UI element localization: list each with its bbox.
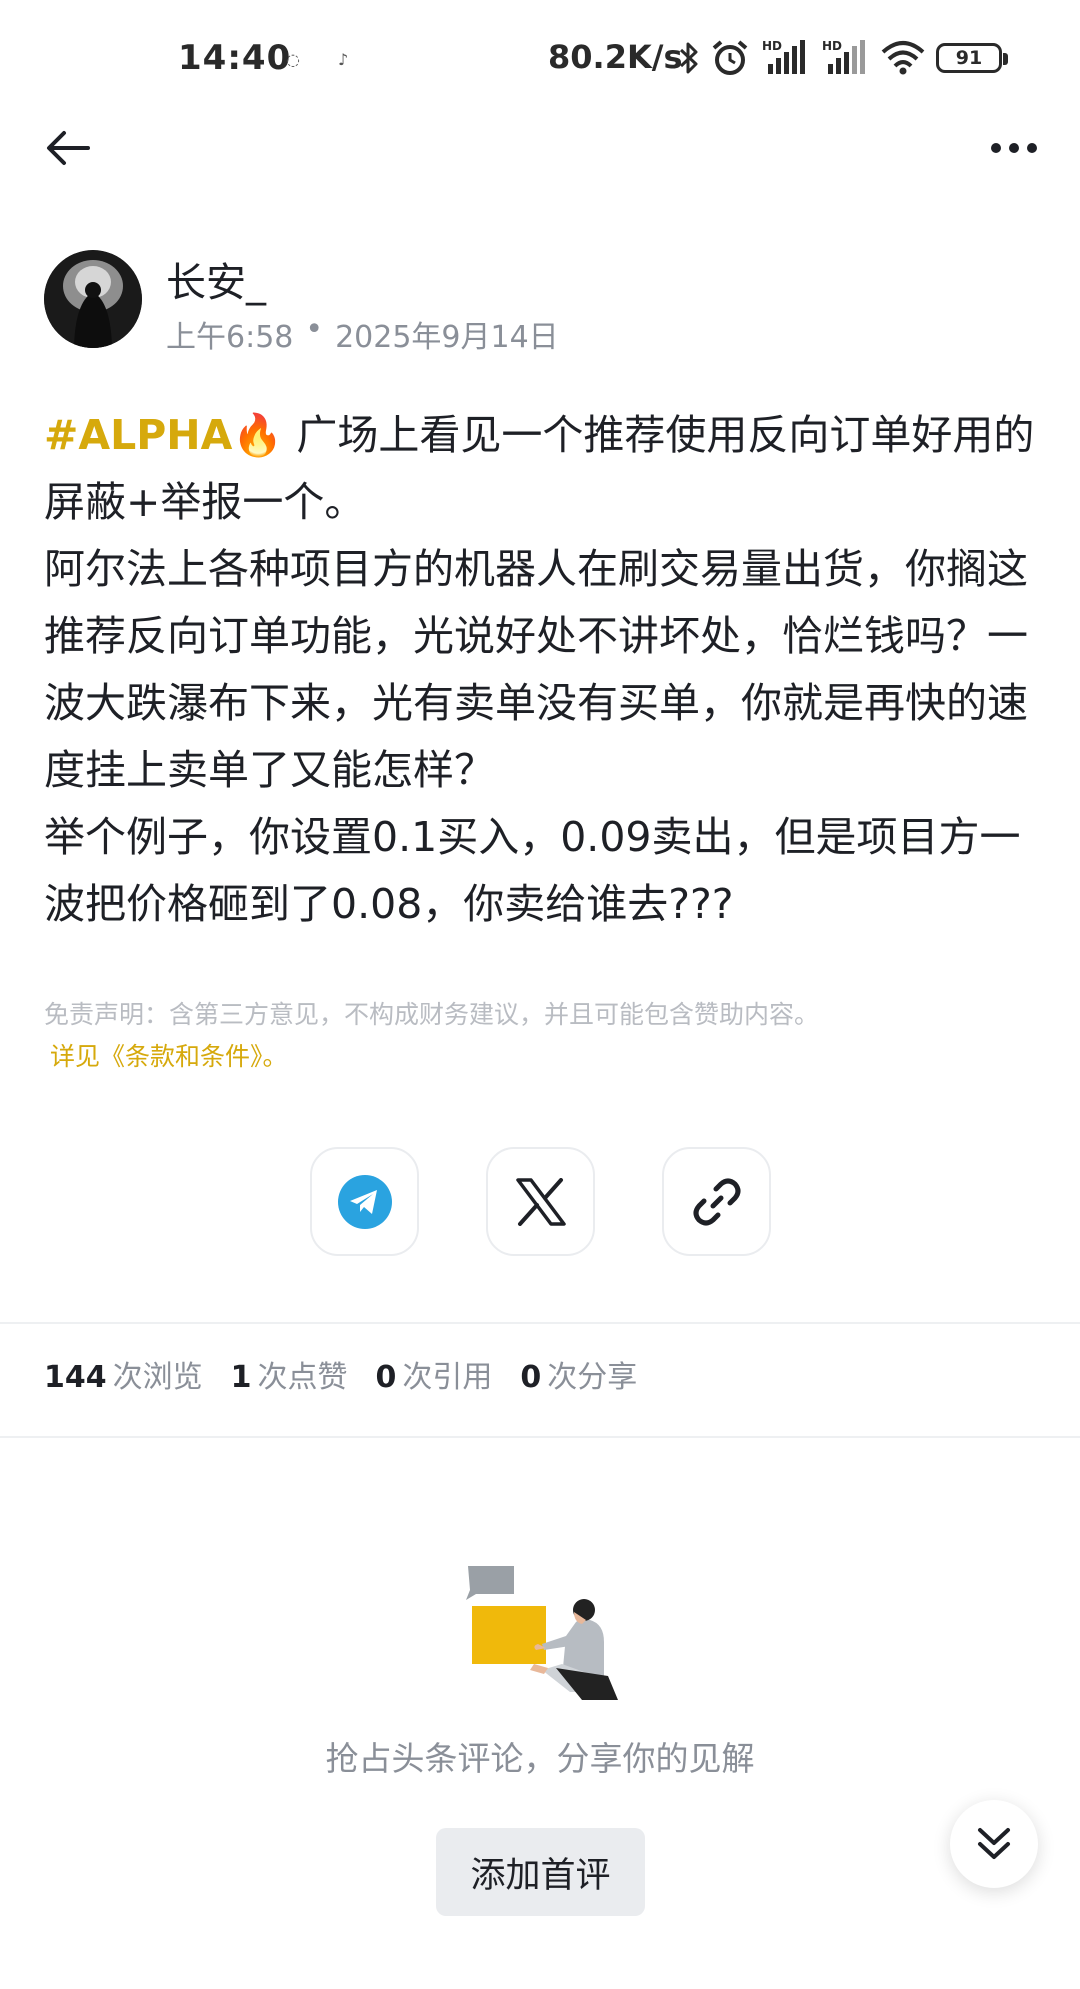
status-time: 14:40	[178, 38, 292, 78]
divider	[0, 1436, 1080, 1438]
battery-level: 91	[955, 47, 983, 69]
post-body: #ALPHA🔥 广场上看见一个推荐使用反向订单好用的屏蔽+举报一个。 阿尔法上各…	[44, 402, 1036, 938]
avatar-image	[44, 250, 142, 348]
views-label: 次浏览	[112, 1360, 203, 1395]
network-speed: 80.2K/s	[548, 38, 683, 76]
wifi-icon	[881, 41, 925, 75]
arrow-left-icon	[47, 131, 90, 165]
likes-count: 1	[230, 1360, 252, 1395]
svg-text:HD: HD	[762, 39, 782, 53]
quotes-stat[interactable]: 0 次引用	[376, 1352, 493, 1396]
shares-stat[interactable]: 0 次分享	[520, 1352, 637, 1396]
likes-label: 次点赞	[257, 1360, 348, 1395]
share-row	[310, 1147, 771, 1256]
more-horizontal-icon	[991, 143, 1037, 153]
signal-hd-icon: HD	[762, 39, 805, 74]
post-meta: 上午6:58 • 2025年9月14日	[166, 312, 559, 356]
share-telegram-button[interactable]	[310, 1147, 419, 1256]
more-options-button[interactable]	[984, 124, 1044, 172]
divider	[0, 1322, 1080, 1324]
empty-comments-text: 抢占头条评论，分享你的见解	[325, 1739, 755, 1778]
quotes-count: 0	[375, 1360, 397, 1395]
status-bar: 14:40 ◌ ♪ 80.2K/s HD HD 91	[0, 0, 1080, 120]
shares-label: 次分享	[547, 1360, 638, 1395]
link-icon	[693, 1178, 740, 1225]
post-paragraph-1: #ALPHA🔥 广场上看见一个推荐使用反向订单好用的屏蔽+举报一个。	[44, 402, 1036, 536]
battery-icon: 91	[936, 43, 1008, 73]
svg-text:HD: HD	[822, 39, 842, 53]
avatar[interactable]	[44, 250, 142, 348]
empty-comments-illustration	[466, 1566, 618, 1700]
signal-hd-icon: HD	[822, 39, 865, 74]
post-paragraph-3: 举个例子，你设置0.1买入，0.09卖出，但是项目方一波把价格砸到了0.08，你…	[44, 813, 1021, 928]
telegram-icon	[337, 1174, 392, 1229]
share-x-button[interactable]	[486, 1147, 595, 1256]
notification-icon: ◌	[286, 50, 300, 69]
meta-separator: •	[305, 312, 324, 347]
likes-stat[interactable]: 1 次点赞	[231, 1352, 348, 1396]
back-button[interactable]	[40, 120, 96, 176]
post-paragraph-2: 阿尔法上各种项目方的机器人在刷交易量出货，你搁这推荐反向订单功能，光说好处不讲坏…	[44, 545, 1028, 794]
views-stat: 144 次浏览	[44, 1352, 203, 1396]
music-icon: ♪	[338, 50, 349, 69]
bluetooth-icon	[679, 42, 698, 74]
copy-link-button[interactable]	[662, 1147, 771, 1256]
disclaimer-text: 免责声明：含第三方意见，不构成财务建议，并且可能包含赞助内容。	[44, 1000, 820, 1029]
quotes-label: 次引用	[402, 1360, 493, 1395]
hashtag-link[interactable]: #ALPHA🔥	[44, 411, 283, 459]
double-chevron-down-icon	[978, 1828, 1010, 1859]
post-time: 上午6:58	[166, 320, 294, 355]
add-first-comment-button[interactable]: 添加首评	[436, 1828, 645, 1916]
terms-link[interactable]: 详见《条款和条件》。	[50, 1036, 288, 1078]
author-name[interactable]: 长安_	[166, 250, 266, 308]
shares-count: 0	[520, 1360, 542, 1395]
post-stats: 144 次浏览 1 次点赞 0 次引用 0 次分享	[44, 1352, 637, 1396]
scroll-to-bottom-button[interactable]	[950, 1800, 1038, 1888]
post-date: 2025年9月14日	[335, 320, 559, 355]
alarm-icon	[712, 40, 748, 75]
views-count: 144	[44, 1360, 107, 1395]
x-icon	[515, 1177, 566, 1226]
status-icons: HD HD 91	[678, 36, 1008, 80]
